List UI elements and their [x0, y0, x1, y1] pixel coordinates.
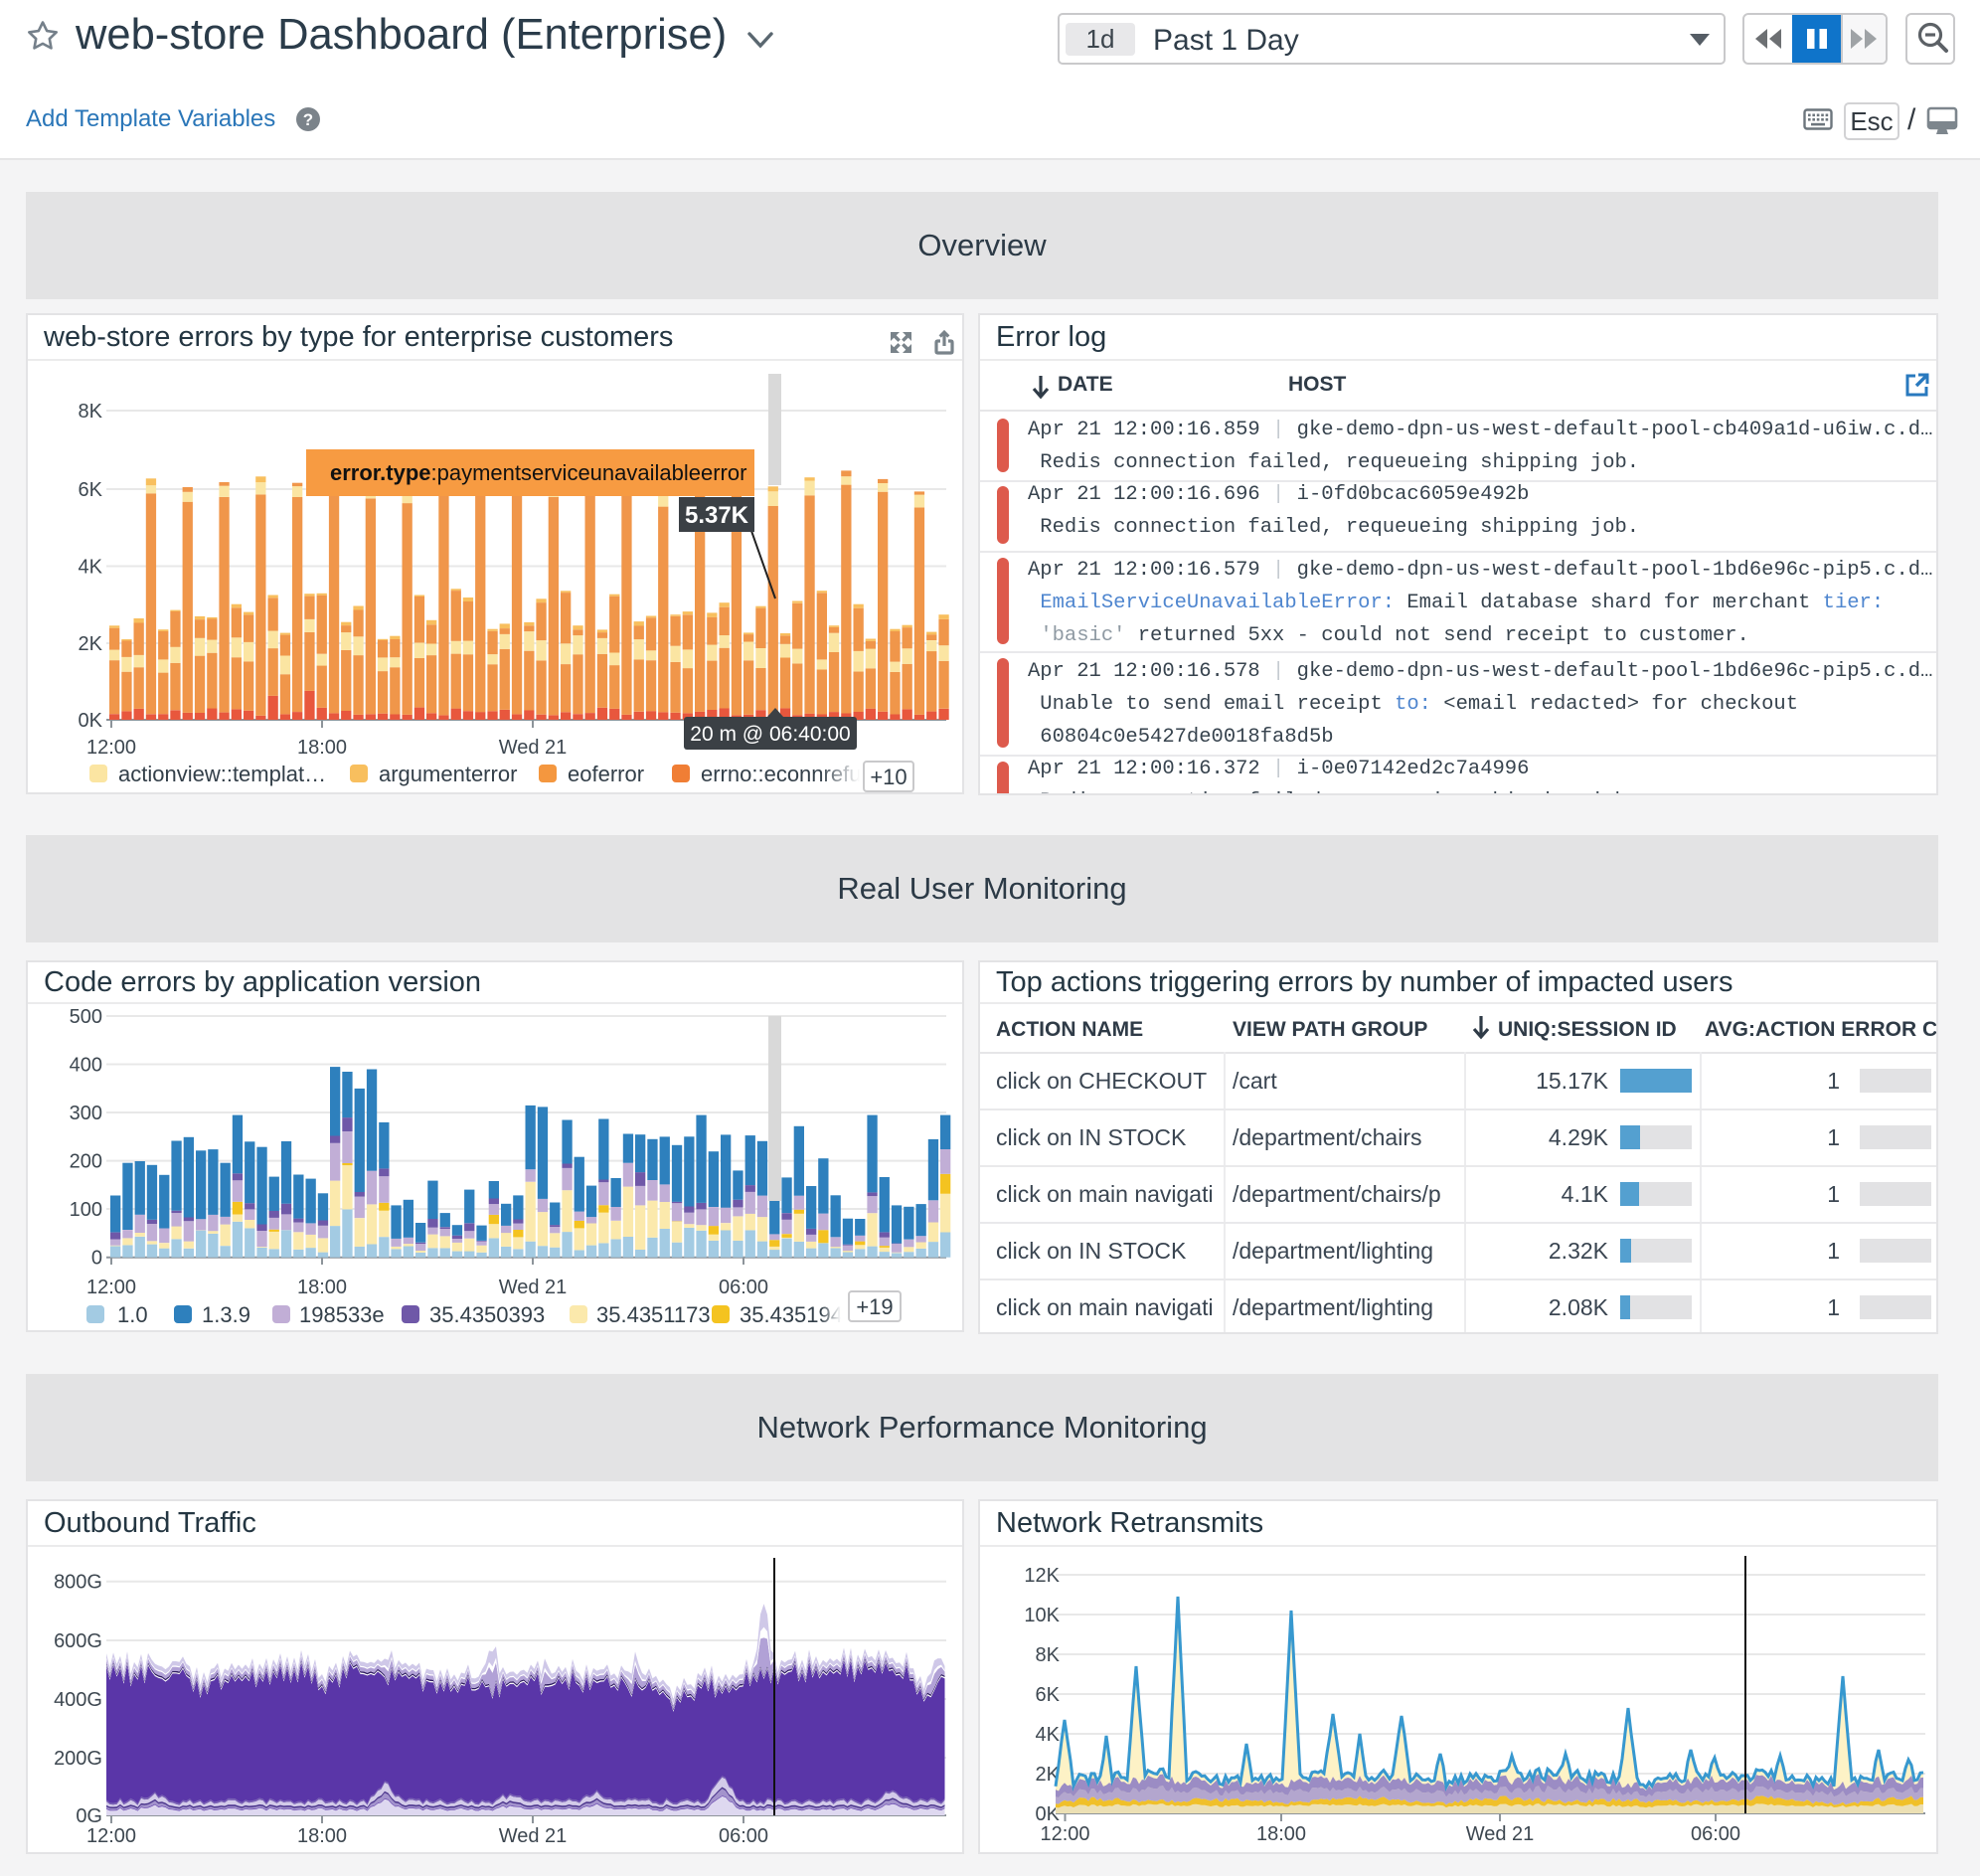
svg-text:06:00: 06:00 — [719, 1825, 768, 1847]
svg-text:Wed 21: Wed 21 — [499, 1825, 568, 1847]
svg-text:5.37K: 5.37K — [685, 502, 749, 529]
svg-text:200: 200 — [70, 1151, 102, 1173]
svg-text:18:00: 18:00 — [1256, 1823, 1306, 1845]
svg-text:500: 500 — [70, 1006, 102, 1028]
svg-text:18:00: 18:00 — [297, 737, 347, 759]
svg-text:4K: 4K — [1036, 1724, 1061, 1746]
svg-text:18:00: 18:00 — [297, 1825, 347, 1847]
svg-text:400: 400 — [70, 1055, 102, 1077]
svg-text:600G: 600G — [54, 1630, 102, 1652]
svg-text:2K: 2K — [79, 633, 103, 655]
svg-text:800G: 800G — [54, 1572, 102, 1594]
svg-text:18:00: 18:00 — [297, 1277, 347, 1298]
svg-text:?: ? — [303, 110, 313, 129]
svg-text:error.type:paymentserviceunava: error.type:paymentserviceunavailableerro… — [330, 460, 746, 485]
svg-text:6K: 6K — [1036, 1684, 1061, 1706]
svg-text:12:00: 12:00 — [86, 737, 136, 759]
svg-text:0G: 0G — [76, 1805, 102, 1827]
svg-text:06:00: 06:00 — [719, 1277, 768, 1298]
svg-text:12:00: 12:00 — [86, 1825, 136, 1847]
svg-text:Wed 21: Wed 21 — [1466, 1823, 1535, 1845]
svg-text:20 m @ 06:40:00: 20 m @ 06:40:00 — [690, 723, 850, 746]
svg-text:100: 100 — [70, 1199, 102, 1221]
svg-text:12K: 12K — [1024, 1565, 1060, 1587]
svg-text:12:00: 12:00 — [86, 1277, 136, 1298]
svg-text:6K: 6K — [79, 479, 103, 501]
svg-text:Wed 21: Wed 21 — [499, 1277, 568, 1298]
svg-text:Wed 21: Wed 21 — [499, 737, 568, 759]
svg-text:200G: 200G — [54, 1748, 102, 1770]
svg-text:12:00: 12:00 — [1040, 1823, 1089, 1845]
svg-text:400G: 400G — [54, 1689, 102, 1711]
svg-text:300: 300 — [70, 1103, 102, 1124]
svg-text:0K: 0K — [79, 710, 103, 732]
svg-text:0: 0 — [91, 1248, 102, 1270]
svg-text:06:00: 06:00 — [1691, 1823, 1740, 1845]
svg-text:8K: 8K — [79, 401, 103, 423]
svg-text:8K: 8K — [1036, 1644, 1061, 1666]
svg-text:4K: 4K — [79, 557, 103, 579]
svg-text:10K: 10K — [1024, 1605, 1060, 1626]
